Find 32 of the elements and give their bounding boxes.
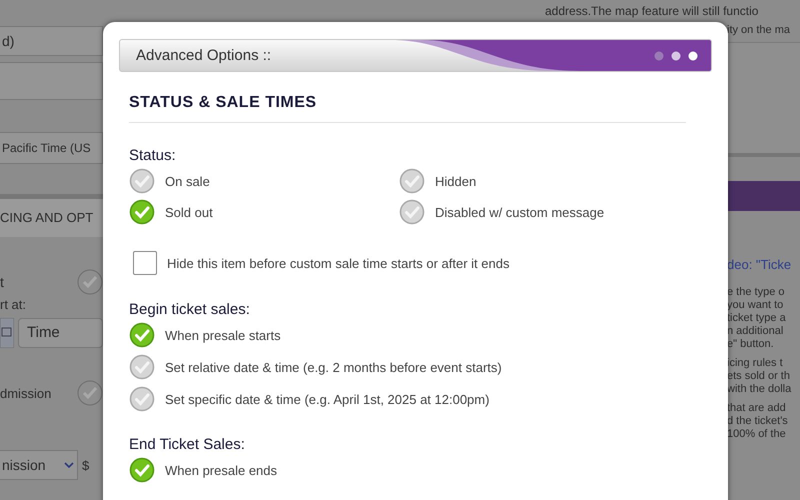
modal-title: Advanced Options :: — [135, 47, 272, 64]
radio-option[interactable]: When presale ends — [129, 457, 278, 483]
group-label: Begin ticket sales: — [129, 301, 251, 318]
check-radio-icon[interactable] — [77, 380, 103, 406]
start-label: rt at: — [0, 297, 28, 312]
checkbox-option[interactable]: Hide this item before custom sale time starts or after it ends — [133, 249, 510, 277]
radio-option[interactable]: Set relative date & time (e.g. 2 months before event starts) — [129, 354, 502, 380]
calendar-icon[interactable] — [0, 318, 14, 348]
help-text: address.The map feature will still functio — [545, 4, 758, 18]
radio-option[interactable]: Set specific date & time (e.g. April 1st, 2025 at 12:00pm) — [129, 386, 490, 412]
section-header: CING AND OPT — [0, 194, 103, 237]
option-label: t — [0, 274, 4, 290]
group-label: Status: — [129, 147, 177, 164]
caret-icon — [64, 462, 74, 468]
radio-option[interactable]: Disabled w/ custom message — [399, 199, 604, 225]
radio-option[interactable]: Sold out — [129, 199, 213, 225]
currency-symbol: $ — [82, 458, 90, 472]
time-field[interactable]: Time — [18, 318, 103, 348]
option-label: dmission — [0, 386, 52, 400]
checkbox[interactable] — [133, 251, 157, 275]
section-heading: STATUS & SALE TIMES — [129, 72, 686, 123]
text-field[interactable] — [0, 62, 103, 100]
type-dropdown[interactable]: nission — [0, 450, 78, 480]
radio-option[interactable]: When presale starts — [129, 322, 281, 348]
radio-option[interactable]: On sale — [129, 168, 210, 194]
group-label: End Ticket Sales: — [129, 436, 246, 453]
radio-option[interactable]: Hidden — [399, 168, 476, 194]
check-radio-icon[interactable] — [77, 269, 103, 295]
help-text: ity on the ma — [727, 24, 791, 36]
text-field[interactable]: d) — [0, 26, 103, 56]
dots-icon — [653, 50, 699, 62]
timezone-field[interactable]: Pacific Time (US — [0, 132, 103, 164]
